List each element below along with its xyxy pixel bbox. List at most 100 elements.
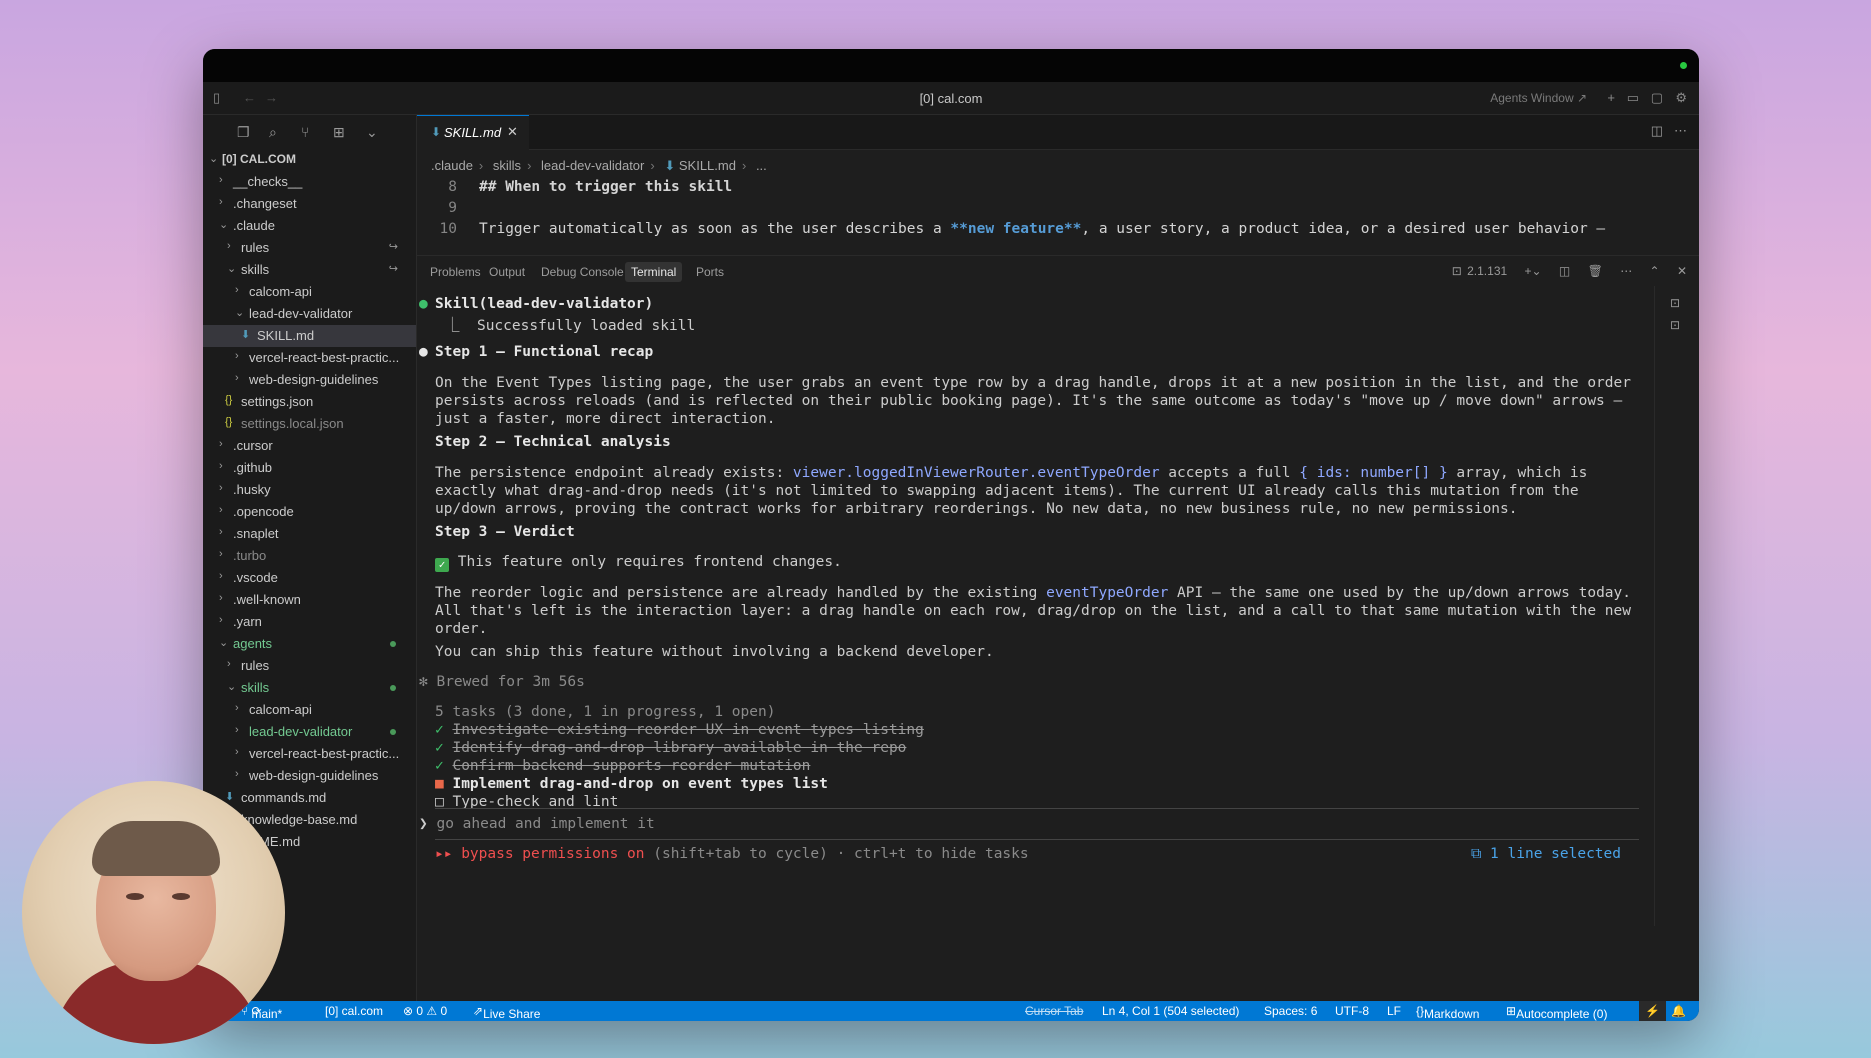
tab-problems[interactable]: Problems [430, 265, 481, 279]
tree-item[interactable]: ⬇ commands.md [203, 787, 416, 809]
root-label: [0] CAL.COM [222, 152, 296, 166]
tree-item[interactable]: › lead-dev-validator [203, 721, 416, 743]
tree-item[interactable]: › web-design-guidelines [203, 765, 416, 787]
tree-item[interactable]: › calcom-api [203, 699, 416, 721]
cursor-position[interactable]: Ln 4, Col 1 (504 selected) [1102, 1004, 1239, 1018]
tab-bar: ⬇ SKILL.md ✕ ◫ ⋯ [417, 115, 1699, 150]
files-icon[interactable]: ❐ [237, 124, 250, 141]
tree-item[interactable]: {} settings.local.json [203, 413, 416, 435]
tree-item-label: lead-dev-validator [249, 724, 353, 739]
more-icon[interactable]: ⋯ [1620, 264, 1632, 278]
task-item: ✓ Investigate existing reorder UX in eve… [435, 722, 924, 738]
code-line: 10 Trigger automatically as soon as the … [417, 221, 1699, 241]
tree-item[interactable]: ⌄ skills ↪ [203, 259, 416, 281]
line-ending[interactable]: LF [1387, 1004, 1401, 1018]
tree-item[interactable]: › web-design-guidelines [203, 369, 416, 391]
breadcrumb-item[interactable]: skills [493, 158, 521, 173]
breadcrumb-item[interactable]: SKILL.md [679, 158, 736, 173]
json-file-icon: {} [225, 416, 233, 428]
tree-item[interactable]: ⌄ lead-dev-validator [203, 303, 416, 325]
tree-item[interactable]: ⌄ skills [203, 677, 416, 699]
terminal-instance-icon[interactable]: ⊡ [1670, 296, 1680, 310]
language-mode[interactable]: {} Markdown [1416, 1004, 1479, 1021]
step2-title: Step 2 — Technical analysis [435, 434, 671, 450]
line-text-pre: Trigger automatically as soon as the use… [479, 221, 951, 237]
tree-item-label: vercel-react-best-practic... [249, 746, 400, 761]
tree-item[interactable]: › .cursor [203, 435, 416, 457]
encoding[interactable]: UTF-8 [1335, 1004, 1369, 1018]
autocomplete-status[interactable]: ⊞ Autocomplete (0) [1506, 1004, 1607, 1021]
panel-icon[interactable]: ▭ [1627, 90, 1639, 106]
new-icon[interactable]: + [1607, 90, 1615, 106]
prompt-line[interactable]: ❯ go ahead and implement it [419, 816, 655, 832]
breadcrumb-item[interactable]: ... [756, 158, 767, 173]
code-line: 8 ## When to trigger this skill [417, 179, 1699, 199]
tab-ports[interactable]: Ports [696, 265, 724, 279]
step1-title: Step 1 — Functional recap [435, 344, 654, 360]
extensions-icon[interactable]: ⊞ [333, 124, 345, 141]
tree-item[interactable]: › vercel-react-best-practic... [203, 347, 416, 369]
breadcrumb-item[interactable]: .claude [431, 158, 473, 173]
more-icon[interactable]: ⋯ [1674, 123, 1687, 139]
split-editor-icon[interactable]: ◫ [1651, 123, 1663, 139]
tab-skill-md[interactable]: ⬇ SKILL.md ✕ [417, 115, 529, 150]
tree-item[interactable]: › rules ↪ [203, 237, 416, 259]
tree-item[interactable]: ⬇ SKILL.md [203, 325, 416, 347]
check-icon: ✓ [435, 722, 444, 738]
chat-icon[interactable]: ▢ [1651, 90, 1663, 106]
split-terminal-icon[interactable]: ◫ [1559, 264, 1570, 278]
webcam-hair [92, 821, 220, 876]
ide-window: ▯ ← → [0] cal.com Agents Window ↗ + ▭ ▢ … [203, 49, 1699, 1021]
tree-item[interactable]: › .changeset [203, 193, 416, 215]
cursor-tab-status[interactable]: Cursor Tab [1025, 1004, 1083, 1018]
tree-item[interactable]: › .yarn [203, 611, 416, 633]
tree-item[interactable]: › .turbo [203, 545, 416, 567]
tree-item[interactable]: › .github [203, 457, 416, 479]
terminal-instance-icon[interactable]: ⊡ [1670, 318, 1680, 332]
chevron-right-icon: › [227, 240, 231, 252]
chevron-right-icon: › [219, 438, 223, 450]
source-control-icon[interactable]: ⑂ [301, 124, 309, 140]
copilot-icon[interactable]: ⚡ [1639, 1001, 1666, 1021]
tree-item[interactable]: ⌄ agents [203, 633, 416, 655]
search-icon[interactable]: ⌕ [269, 124, 277, 141]
tree-item[interactable]: › vercel-react-best-practic... [203, 743, 416, 765]
maximize-icon[interactable]: ⌃ [1650, 264, 1660, 278]
chevron-down-icon[interactable]: ⌄ [366, 124, 378, 141]
skill-call: Skill(lead-dev-validator) [435, 296, 654, 312]
explorer-root[interactable]: ⌄ [0] CAL.COM [203, 149, 416, 171]
verdict-line: ✓ This feature only requires frontend ch… [435, 554, 842, 572]
tree-item[interactable]: › rules [203, 655, 416, 677]
close-panel-icon[interactable]: ✕ [1677, 264, 1687, 278]
breadcrumb-item[interactable]: lead-dev-validator [541, 158, 644, 173]
tree-item[interactable]: {} settings.json [203, 391, 416, 413]
tree-item-label: rules [241, 658, 270, 673]
tree-item[interactable]: › .vscode [203, 567, 416, 589]
tree-item-label: __checks__ [233, 174, 303, 189]
indentation[interactable]: Spaces: 6 [1264, 1004, 1317, 1018]
problems-count[interactable]: ⊗ 0 ⚠ 0 [403, 1004, 447, 1018]
tab-debug-console[interactable]: Debug Console [541, 265, 624, 279]
tree-item[interactable]: › __checks__ [203, 171, 416, 193]
agents-window-link[interactable]: Agents Window ↗ [1490, 91, 1587, 105]
bell-icon[interactable]: 🔔 [1671, 1004, 1686, 1018]
task-text: Investigate existing reorder UX in event… [452, 722, 924, 738]
project-name[interactable]: [0] cal.com [325, 1004, 383, 1018]
tree-item[interactable]: ⌄ .claude [203, 215, 416, 237]
prompt-input[interactable]: go ahead and implement it [436, 816, 654, 832]
tree-item[interactable]: › .snaplet [203, 523, 416, 545]
tab-terminal[interactable]: Terminal [625, 262, 683, 282]
tree-item-label: calcom-api [249, 702, 312, 717]
tab-output[interactable]: Output [489, 265, 525, 279]
live-share-button[interactable]: ⇗ Live Share [473, 1004, 540, 1021]
line-text: ## When to trigger this skill [479, 179, 733, 195]
trash-icon[interactable]: 🗑 [1588, 264, 1603, 278]
tree-item-label: lead-dev-validator [249, 306, 353, 321]
close-icon[interactable]: ✕ [507, 124, 518, 140]
tree-item[interactable]: › .well-known [203, 589, 416, 611]
add-terminal-icon[interactable]: +⌄ [1525, 264, 1542, 278]
tree-item[interactable]: › .husky [203, 479, 416, 501]
tree-item[interactable]: › calcom-api [203, 281, 416, 303]
tree-item[interactable]: › .opencode [203, 501, 416, 523]
gear-icon[interactable]: ⚙ [1675, 90, 1687, 106]
